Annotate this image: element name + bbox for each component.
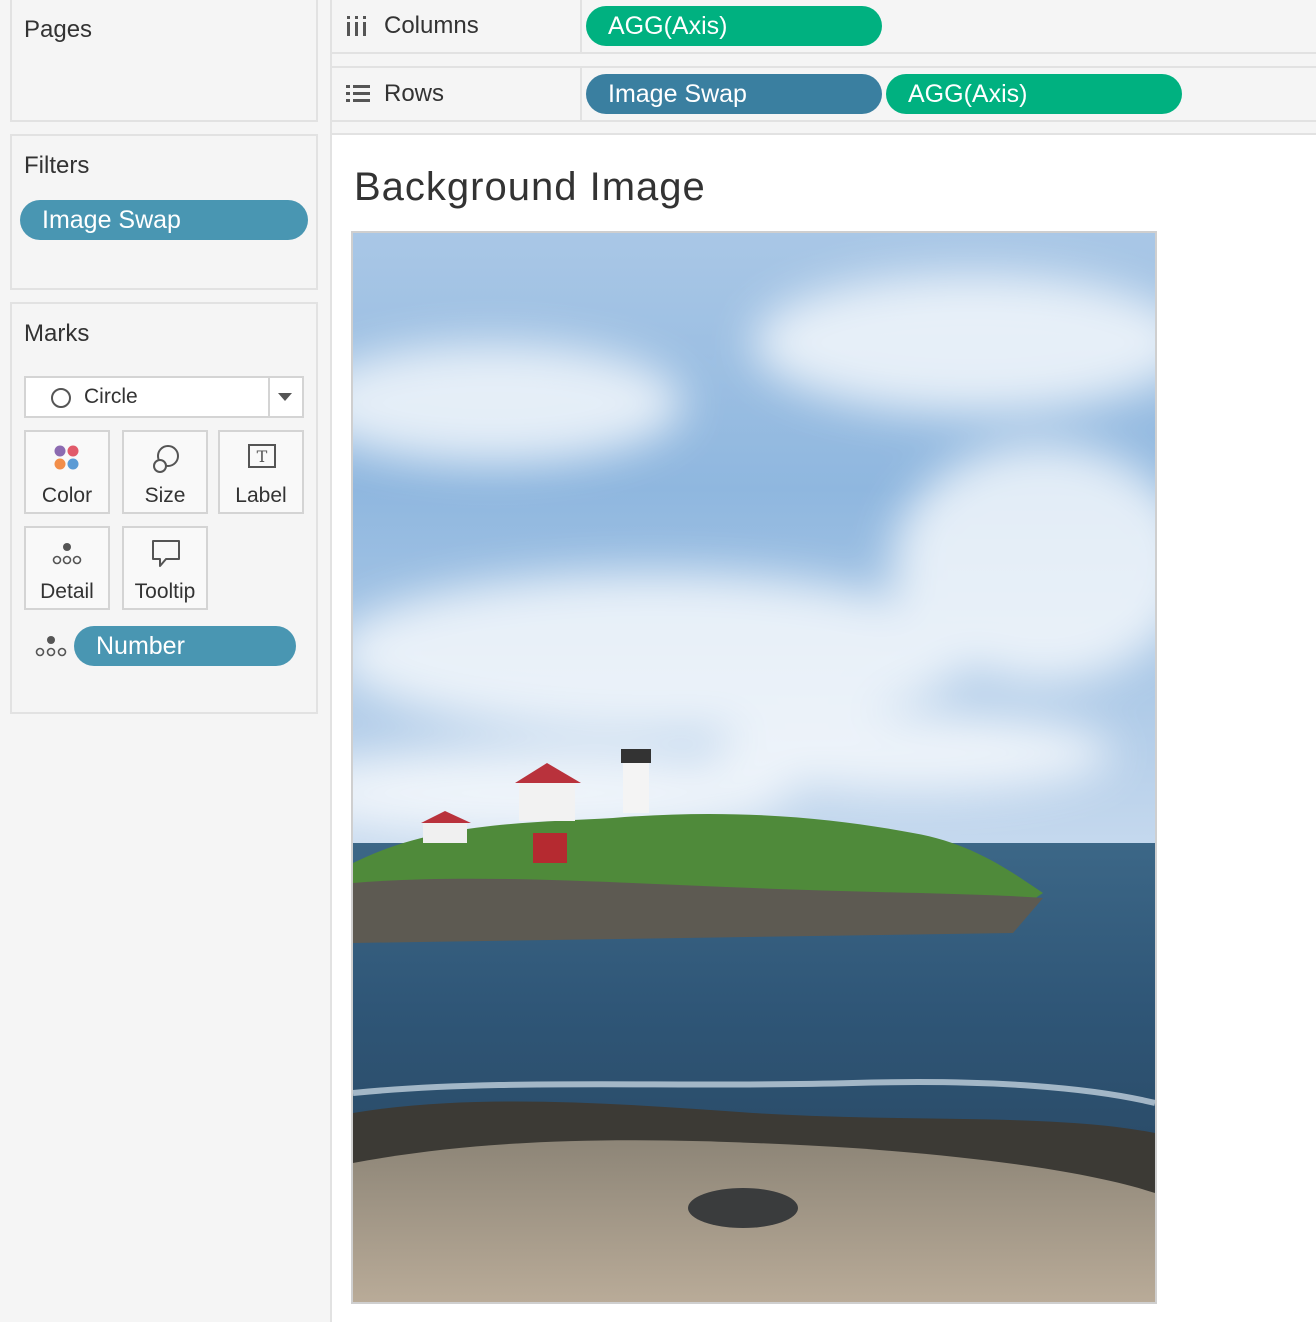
mark-type-dropdown[interactable]: Circle [24, 376, 304, 418]
detail-pill-number[interactable]: Number [74, 626, 296, 666]
detail-button-label: Detail [40, 580, 94, 603]
size-button[interactable]: Size [122, 430, 208, 514]
color-icon [54, 445, 79, 470]
svg-text:T: T [257, 447, 268, 466]
pages-title: Pages [24, 16, 93, 43]
label-button[interactable]: T Label [218, 430, 304, 514]
mark-type-label: Circle [84, 385, 138, 408]
dropdown-separator [268, 378, 270, 416]
background-image[interactable] [351, 231, 1157, 1304]
label-button-label: Label [235, 484, 287, 507]
pages-card: Pages [10, 0, 318, 122]
columns-pill-agg-axis[interactable]: AGG(Axis) [586, 6, 882, 46]
tooltip-icon [152, 540, 180, 567]
tooltip-button-label: Tooltip [134, 580, 196, 603]
columns-icon [347, 16, 366, 36]
circle-icon [51, 388, 71, 408]
tooltip-button[interactable]: Tooltip [122, 526, 208, 610]
filters-title: Filters [24, 152, 90, 179]
chevron-down-icon[interactable] [278, 393, 292, 401]
rows-pill-agg-axis[interactable]: AGG(Axis) [886, 74, 1182, 114]
lighthouse-landscape-image [353, 233, 1155, 1302]
rows-pill-image-swap[interactable]: Image Swap [586, 74, 882, 114]
marks-card: Marks Circle Color Size T Label Detail T… [10, 302, 318, 714]
columns-label: Columns [384, 12, 479, 39]
rows-label: Rows [384, 80, 445, 107]
filter-pill-image-swap[interactable]: Image Swap [20, 200, 308, 240]
filters-card: Filters Image Swap [10, 134, 318, 290]
detail-button[interactable]: Detail [24, 526, 110, 610]
detail-icon [52, 543, 82, 565]
size-button-label: Size [144, 484, 186, 507]
rows-shelf-label: Rows [332, 68, 582, 120]
color-button-label: Color [41, 484, 93, 507]
detail-pill-icon [35, 636, 67, 657]
size-icon [153, 445, 179, 473]
rows-shelf: Rows Image Swap AGG(Axis) [330, 66, 1316, 122]
rows-icon [346, 85, 370, 102]
color-button[interactable]: Color [24, 430, 110, 514]
marks-title: Marks [24, 320, 90, 347]
text-label-icon: T [248, 444, 276, 468]
worksheet-view: Background Image [330, 133, 1316, 1322]
worksheet-title: Background Image [354, 165, 706, 209]
columns-shelf-label: Columns [332, 0, 582, 52]
columns-shelf: Columns AGG(Axis) [330, 0, 1316, 54]
